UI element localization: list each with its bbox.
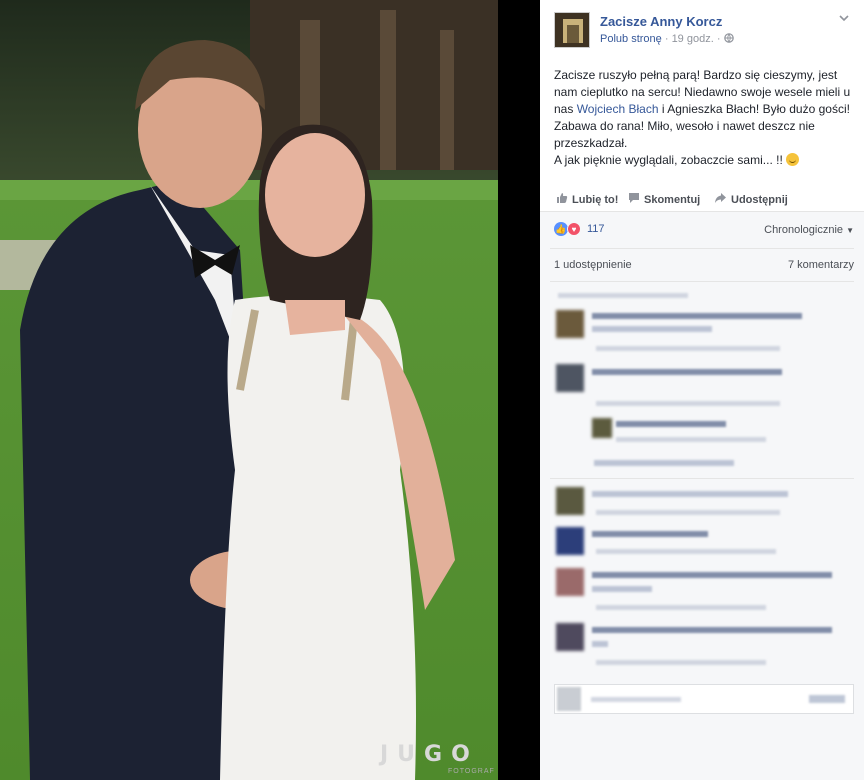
page-avatar-image [555,13,589,47]
counts-divider [550,281,854,282]
reaction-count: 117 [587,223,605,235]
post-message: Zacisze ruszyło pełną parą! Bardzo się c… [554,67,854,169]
blurred-text [592,326,712,332]
blurred-text [592,586,652,592]
commenter-avatar[interactable] [556,623,584,651]
comment-button[interactable]: Skomentuj [628,192,700,207]
blurred-text [596,401,780,406]
blurred-text [596,660,766,665]
commenter-avatar[interactable] [556,310,584,338]
reply-avatar[interactable] [592,418,612,438]
blurred-text [616,437,766,442]
blurred-placeholder [591,697,681,702]
photographer-watermark-sub: FOTOGRAF [448,768,495,775]
share-button[interactable]: Udostępnij [714,192,788,207]
blurred-text [594,460,734,466]
blurred-text [596,605,766,610]
post-actions: Lubię to! Skomentuj Udostępnij [554,186,854,210]
like-reaction-icon: 👍 [554,222,568,236]
smiley-emoji-icon [786,153,800,166]
blurred-text [592,531,708,537]
blurred-text [592,313,802,319]
commenter-avatar[interactable] [556,487,584,515]
post-panel: Zacisze Anny Korcz Polub stronę · 19 god… [540,0,864,780]
blurred-text [592,641,608,647]
like-button-label: Lubię to! [572,193,619,206]
blurred-composer-icons[interactable] [809,695,845,703]
caret-down-icon: ▼ [846,226,854,235]
comment-button-label: Skomentuj [644,193,701,206]
blurred-text [592,491,788,497]
sort-label: Chronologicznie [764,224,844,236]
blurred-text [596,549,776,554]
page-avatar[interactable] [554,12,590,48]
post-timestamp[interactable]: 19 godz. [672,33,714,45]
thumbs-up-icon [556,192,568,207]
meta-separator: · [664,33,672,45]
blurred-text [596,346,780,351]
reactions-summary[interactable]: 👍 ♥ 117 [554,222,605,236]
post-header: Zacisze Anny Korcz Polub stronę · 19 god… [554,12,854,52]
blurred-text [596,510,780,515]
mention-link[interactable]: Wojciech Błach [577,102,659,116]
blurred-text [592,572,832,578]
post-text-part: A jak pięknie wyglądali, zobaczcie sami.… [554,153,787,167]
speech-bubble-icon [628,192,640,207]
comment-composer[interactable] [554,684,854,714]
blurred-text [616,421,726,427]
commenter-avatar[interactable] [556,568,584,596]
globe-icon [723,33,734,45]
thread-divider [550,478,854,479]
page-name-link[interactable]: Zacisze Anny Korcz [600,14,722,29]
share-arrow-icon [714,192,727,207]
love-reaction-icon: ♥ [567,222,581,236]
commenter-avatar[interactable] [556,364,584,392]
commenter-avatar[interactable] [556,527,584,555]
post-photo[interactable]: JUGO FOTOGRAF [0,0,540,780]
chevron-down-icon[interactable] [838,12,852,26]
comment-sort-dropdown[interactable]: Chronologicznie ▼ [764,224,854,236]
share-count-link[interactable]: 1 udostępnienie [554,259,632,271]
blurred-text [558,293,688,298]
user-avatar [557,687,581,711]
meta-separator: · [716,33,724,45]
blurred-text [592,627,832,633]
post-meta: Polub stronę · 19 godz. · [600,33,734,45]
blurred-text [592,369,782,375]
like-button[interactable]: Lubię to! [556,192,618,207]
share-button-label: Udostępnij [731,193,788,206]
wedding-photo-image [0,0,540,780]
like-page-link[interactable]: Polub stronę [600,33,662,45]
comment-count-label: 7 komentarzy [787,259,854,271]
reactions-divider [550,248,854,249]
photographer-watermark: JUGO [380,742,479,767]
